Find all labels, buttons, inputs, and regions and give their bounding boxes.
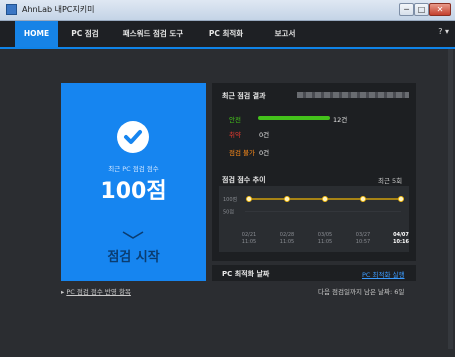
safe-bar [258,116,330,120]
tab-password-tool[interactable]: 패스워드 점검 도구 [112,21,194,47]
x-tick-label: 02/21 [242,232,256,238]
y-tick-label: 100점 [223,196,237,203]
maximize-button[interactable]: □ [414,3,429,16]
results-panel: 최근 점검 결과 안전 12건 취약 0건 점검 불가 0건 점검 점수 추이 … [212,83,416,261]
next-check-days: 다음 점검일까지 남은 날짜: 6일 [318,288,405,296]
help-icon[interactable]: ? ▾ [438,27,449,36]
trend-line-chart: 100점50점02/2111:0502/2811:0503/0511:0503/… [223,195,409,245]
x-tick-label: 03/27 [356,232,370,238]
data-point[interactable] [245,195,252,202]
data-point[interactable] [359,195,366,202]
x-tick-label: 11:05 [280,239,294,245]
minimize-button[interactable]: ─ [399,3,414,16]
unchecked-count: 0건 [259,149,270,157]
y-tick-label: 50점 [223,209,234,216]
data-point[interactable] [322,195,329,202]
tab-report[interactable]: 보고서 [260,21,310,47]
score-label: 최근 PC 점검 점수 [108,165,159,173]
x-tick-label: 10:57 [356,239,370,245]
vulnerable-label: 취약 [229,131,241,139]
app-icon [6,4,17,15]
optimize-run-link[interactable]: PC 최적화 실행 [362,269,405,279]
recent-results-title: 최근 점검 결과 [222,92,266,100]
data-point[interactable] [397,195,404,202]
app-window: AhnLab 내PC지키미 ─ □ ✕ HOME PC 점검 패스워드 점검 도… [0,0,455,357]
data-point[interactable] [284,195,291,202]
window-title: AhnLab 내PC지키미 [22,5,95,14]
check-icon [117,121,149,153]
score-card[interactable]: 최근 PC 점검 점수 100점 점검 시작 [61,83,206,281]
start-check-button[interactable]: 점검 시작 [61,246,206,265]
safe-label: 안전 [229,116,241,124]
score-items-link[interactable]: ▸ PC 점검 점수 반영 항목 [61,286,131,296]
title-bar: AhnLab 내PC지키미 ─ □ ✕ [0,0,455,21]
tab-pc-check[interactable]: PC 점검 [62,21,108,47]
recent-count-label: 최근 5회 [378,177,403,185]
close-button[interactable]: ✕ [429,3,451,16]
tab-home[interactable]: HOME [15,21,58,47]
score-value: 100점 [100,179,167,204]
trend-title: 점검 점수 추이 [222,176,266,184]
score-items-label: PC 점검 점수 반영 항목 [66,288,131,296]
x-tick-label: 02/28 [280,232,294,238]
x-tick-label: 04/07 [393,232,409,238]
optimize-title: PC 최적화 날짜 [222,270,270,278]
vulnerable-count: 0건 [259,131,270,139]
blurred-timestamp [297,92,409,98]
x-tick-label: 11:05 [242,239,256,245]
optimize-bar: PC 최적화 날짜 PC 최적화 실행 [212,265,416,281]
x-tick-label: 11:05 [318,239,332,245]
chevron-down-icon [122,231,144,239]
unchecked-label: 점검 불가 [229,149,255,157]
tab-pc-optimize[interactable]: PC 최적화 [198,21,254,47]
safe-count: 12건 [333,116,348,124]
trend-chart: 100점 50점 02/21 11:05 02/28 11:05 03/05 11:05 03/… [219,186,409,252]
scrollbar[interactable] [448,49,453,349]
main-nav: HOME PC 점검 패스워드 점검 도구 PC 최적화 보고서 ? ▾ [0,21,455,49]
x-tick-label: 03/05 [318,232,332,238]
x-tick-label: 10:16 [393,239,409,245]
